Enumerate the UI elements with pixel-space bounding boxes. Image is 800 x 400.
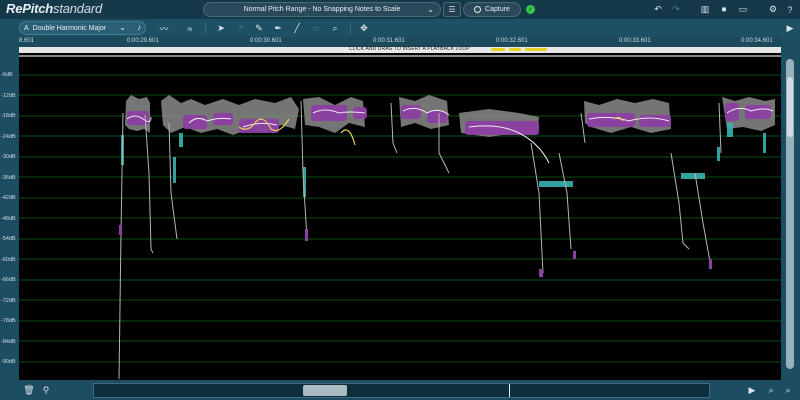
db-label: -24dB [1,134,16,140]
pitch-editor-graphics [19,55,781,380]
sliders-icon: ☰ [448,5,456,14]
repitch-window: RePitchstandard Normal Pitch Range - No … [0,0,800,400]
zoom-in-icon[interactable]: ⌕ [764,384,778,397]
eraser-tool-icon[interactable]: ▱ [309,22,323,35]
db-label: -12dB [1,93,16,99]
vertical-scroll-thumb[interactable] [787,77,793,137]
ruler-tick-label: 8.601 [19,38,35,44]
ruler-tick-label: 0:00:29.601 [127,38,159,44]
db-label: -30dB [1,154,16,160]
db-label: -42dB [1,195,16,201]
db-scale: -6dB -12dB -18dB -24dB -30dB -36dB -42dB… [0,53,19,380]
db-label: -60dB [1,257,16,263]
chevron-down-icon: ⌄ [427,5,434,14]
line-tool-icon[interactable]: ╱ [290,22,304,35]
overview-scrollbar[interactable] [93,383,710,398]
right-panel [781,37,800,380]
db-label: -6dB [1,72,13,78]
pitch-range-label: Normal Pitch Range - No Snapping Notes t… [243,6,401,13]
capture-button[interactable]: Capture [463,2,521,17]
trash-icon[interactable]: 🗑 [22,384,36,397]
play-marker-icon[interactable]: ▶ [783,22,797,35]
db-label: -54dB [1,236,16,242]
gear-icon[interactable]: ⚙ [766,3,780,16]
logo-light-text: standard [53,1,103,16]
purple-tails [119,225,712,277]
pen-tool-icon[interactable]: ✒ [271,22,285,35]
db-label: -48dB [1,216,16,222]
logo-bold-text: RePitch [6,1,54,16]
playback-loop-hint: CLICK AND DRAG TO INSERT A PLAYBACK LOOP [349,46,470,52]
scale-key-symbol: A [24,24,29,32]
ruler-tick-label: 0:00:32.601 [496,38,528,44]
scale-label: Double Harmonic Major [32,24,107,32]
playhead-follow-icon[interactable]: ▶ [745,384,759,397]
waveform-view-icon[interactable]: 〰 [157,22,171,35]
record-ring-icon [474,6,482,13]
split-icon[interactable]: ⚲ [39,384,53,397]
pointer-tool-icon[interactable]: ➤ [214,22,228,35]
scale-select[interactable]: A Double Harmonic Major ⌄ ♪ [19,21,146,35]
top-bar: RePitchstandard Normal Pitch Range - No … [0,0,800,19]
ruler-tick-label: 0:00:30.601 [250,38,282,44]
zoom-out-icon[interactable]: ⌕ [781,384,795,397]
bottom-bar: 🗑 ⚲ ▶ ⌕ ⌕ [0,380,800,400]
db-label: -72dB [1,298,16,304]
capture-label: Capture [485,6,510,13]
layout-icon[interactable]: ▥ [698,3,712,16]
overview-thumb[interactable] [303,385,347,396]
loop-marker[interactable] [491,48,505,51]
move-tool-icon[interactable]: ✥ [357,22,371,35]
stop-icon[interactable]: ⏹ [717,3,731,16]
tool-bar: A Double Harmonic Major ⌄ ♪ 〰 ≈ ➤ ↗ ✎ ✒ … [0,19,800,37]
monitor-icon[interactable]: ▭ [736,3,750,16]
redo-icon[interactable]: ↷ [669,3,683,16]
loop-marker[interactable] [525,48,547,51]
teal-fragments [121,123,766,197]
ruler-tick-label: 0:00:33.601 [619,38,651,44]
note-icon: ♪ [137,23,141,32]
overview-playhead [509,384,510,397]
db-label: -18dB [1,113,16,119]
toolbar-divider [205,22,206,34]
status-check-icon: ✓ [526,5,535,14]
vertical-scrollbar[interactable] [786,59,794,369]
pitch-editor-canvas[interactable] [19,53,781,380]
db-label: -78dB [1,318,16,324]
toolbar-divider [350,22,351,34]
pitch-view-icon[interactable]: ≈ [183,22,197,35]
loop-marker[interactable] [509,48,521,51]
app-logo: RePitchstandard [6,1,102,16]
db-label: -36dB [1,175,16,181]
pitch-range-select[interactable]: Normal Pitch Range - No Snapping Notes t… [203,2,441,17]
descending-traces [118,100,722,380]
settings-sliders-button[interactable]: ☰ [443,2,461,17]
help-icon[interactable]: ? [783,3,797,16]
pencil-tool-icon[interactable]: ✎ [252,22,266,35]
db-label: -66dB [1,277,16,283]
db-label: -90dB [1,359,16,365]
select-tool-icon[interactable]: ↗ [233,22,247,35]
undo-icon[interactable]: ↶ [651,3,665,16]
db-label: -84dB [1,339,16,345]
ruler-tick-label: 0:00:34.601 [741,38,773,44]
zoom-tool-icon[interactable]: ⌕ [328,22,342,35]
chevron-down-icon: ⌄ [119,23,126,32]
ruler-tick-label: 0:00:31.601 [373,38,405,44]
